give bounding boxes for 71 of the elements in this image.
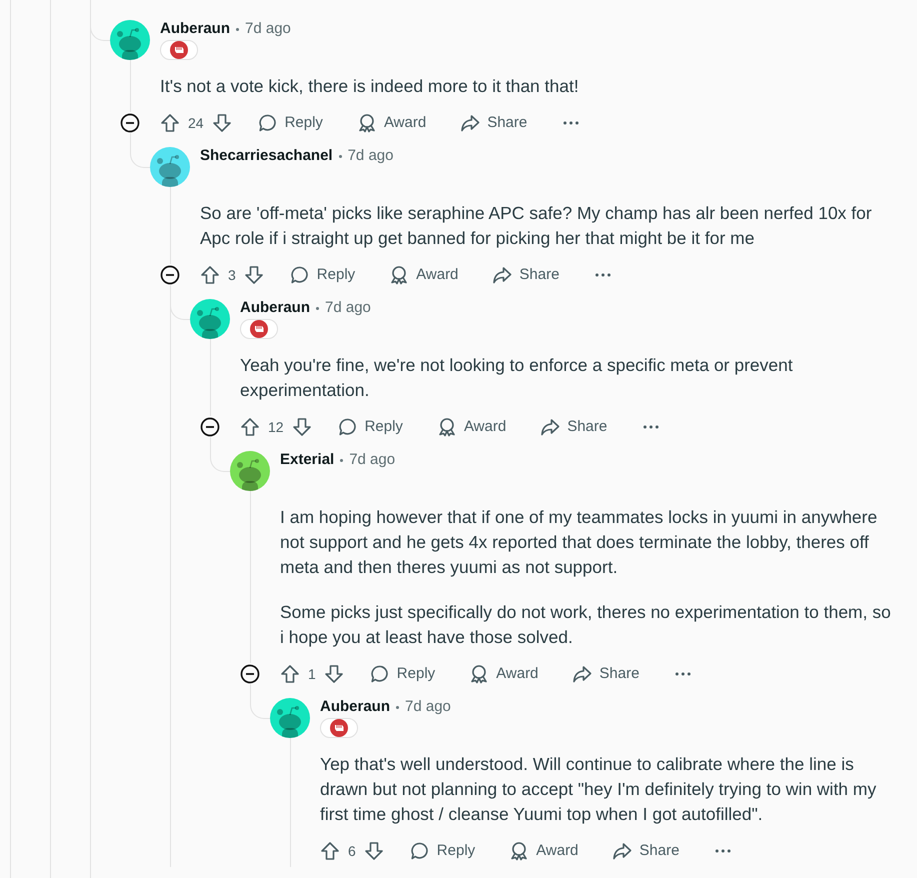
comment-icon[interactable] — [338, 417, 358, 437]
separator-dot — [340, 458, 344, 462]
share-button[interactable]: Share — [530, 412, 618, 442]
separator-dot — [316, 306, 320, 310]
share-icon[interactable] — [492, 265, 512, 285]
comment-icon[interactable] — [370, 664, 390, 684]
upvote-button[interactable] — [200, 265, 220, 285]
comment-text: It's not a vote kick, there is indeed more to it than that! — [160, 75, 580, 98]
award-icon[interactable] — [436, 417, 457, 437]
upvote-button[interactable] — [320, 841, 340, 861]
award-button[interactable]: Award — [459, 658, 548, 690]
timestamp: 7d ago — [405, 696, 451, 717]
reply-button[interactable]: Reply — [360, 658, 446, 690]
username[interactable]: Exterial — [280, 448, 334, 472]
comment-text: So are 'off-meta' picks like seraphine APC safe? My champ has alr been nerfed 10x for Apc role if i straight up get banned for picking her that might be it for me — [200, 202, 873, 250]
vote-count: 24 — [188, 114, 204, 132]
award-button[interactable]: Award — [426, 412, 516, 442]
vote-count: 6 — [348, 842, 356, 860]
username[interactable]: Auberaun — [240, 296, 310, 320]
username[interactable]: Auberaun — [320, 696, 390, 718]
vote-count: 3 — [228, 266, 236, 284]
award-icon[interactable] — [509, 841, 530, 861]
upvote-button[interactable] — [160, 113, 180, 133]
award-button[interactable]: Award — [499, 836, 588, 866]
award-button[interactable]: Award — [346, 108, 436, 138]
downvote-button[interactable] — [292, 417, 312, 437]
award-button[interactable]: Award — [379, 260, 468, 290]
timestamp: 7d ago — [349, 450, 396, 470]
avatar — [270, 698, 310, 738]
avatar — [230, 451, 270, 491]
share-button[interactable]: Share — [602, 836, 690, 866]
upvote-button[interactable] — [240, 417, 260, 437]
separator-dot — [236, 28, 240, 30]
comment-icon[interactable] — [410, 841, 430, 861]
avatar — [190, 299, 230, 339]
vote-count: 1 — [308, 664, 316, 684]
comment-text: Yep that's well understood. Will continue to calibrate where the line is drawn but not planning to accept "hey I'm definitely trying to win with my first time ghost / cleanse Yuumi top when I got autofilled". — [320, 753, 878, 826]
separator-dot — [338, 154, 342, 158]
downvote-button[interactable] — [324, 664, 344, 684]
share-button[interactable]: Share — [482, 260, 570, 290]
username[interactable]: Shecarriesachanel — [200, 144, 333, 168]
share-button[interactable]: Share — [562, 658, 650, 690]
username[interactable]: Auberaun — [160, 18, 230, 40]
award-icon[interactable] — [389, 265, 410, 285]
award-icon[interactable] — [469, 664, 490, 684]
comment-text: Yeah you're fine, we're not looking to enforce a specific meta or prevent experimentation. — [240, 354, 794, 402]
reply-button[interactable]: Reply — [248, 108, 333, 138]
share-icon[interactable] — [572, 664, 592, 684]
downvote-button[interactable] — [244, 265, 264, 285]
separator-dot — [396, 706, 400, 708]
downvote-button[interactable] — [212, 113, 232, 133]
share-icon[interactable] — [540, 417, 560, 437]
share-button[interactable]: Share — [450, 108, 538, 138]
comment-text: Some picks just specifically do not work, theres no experimentation to them, so i hope you at least have those solved. — [280, 601, 892, 649]
timestamp: 7d ago — [325, 298, 371, 318]
vote-count: 12 — [268, 418, 284, 436]
reply-button[interactable]: Reply — [280, 260, 366, 290]
avatar — [110, 20, 150, 60]
timestamp: 7d ago — [348, 146, 394, 166]
avatar — [150, 147, 190, 187]
reply-button[interactable]: Reply — [328, 412, 413, 442]
comment-icon[interactable] — [290, 265, 310, 285]
timestamp: 7d ago — [245, 18, 291, 39]
comment-icon[interactable] — [258, 113, 278, 133]
comment-text: I am hoping however that if one of my teammates locks in yuumi in anywhere not support and he gets 4x reported that does terminate the lobby, theres off meta and then theres yuumi as not support. — [280, 506, 878, 579]
upvote-button[interactable] — [280, 664, 300, 684]
share-icon[interactable] — [612, 841, 632, 861]
award-icon[interactable] — [356, 113, 377, 133]
reply-button[interactable]: Reply — [400, 836, 486, 866]
downvote-button[interactable] — [364, 841, 384, 861]
share-icon[interactable] — [460, 113, 480, 133]
